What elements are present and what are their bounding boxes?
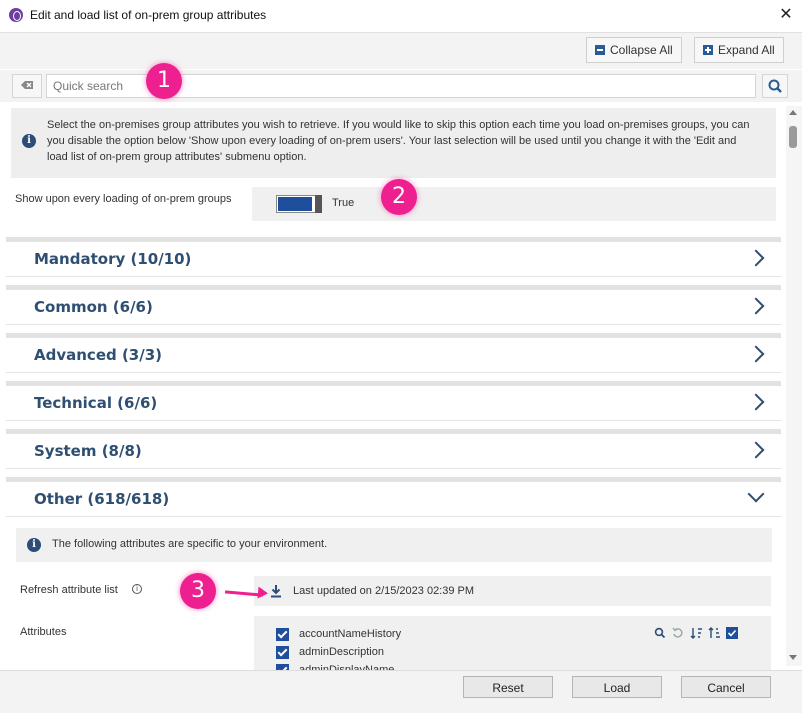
section-common[interactable]: Common (6/6) [6,285,781,325]
section-label: System (8/8) [34,442,142,460]
app-icon [9,8,23,22]
scroll-up-icon[interactable] [789,110,797,115]
toggle-knob[interactable] [315,195,322,213]
section-system[interactable]: System (8/8) [6,429,781,469]
show-upon-loading-label: Show upon every loading of on-prem group… [15,193,232,205]
section-mandatory[interactable]: Mandatory (10/10) [6,237,781,277]
cancel-button[interactable]: Cancel [681,676,771,698]
section-technical[interactable]: Technical (6/6) [6,381,781,421]
callout-arrow-head [257,586,269,600]
callout-badge: 3 [180,573,216,609]
section-advanced[interactable]: Advanced (3/3) [6,333,781,373]
scroll-thumb[interactable] [789,126,797,148]
chevron-down-icon [747,485,765,503]
chevron-right-icon [747,297,765,315]
expand-all-label: Expand All [718,43,775,57]
close-icon[interactable]: ✕ [776,5,796,25]
expand-icon [703,45,713,55]
callout-badge: 2 [381,179,417,215]
toggle-row [252,187,776,221]
collapse-all-button[interactable]: Collapse All [586,37,682,63]
info-icon: i [22,134,36,148]
reset-button[interactable]: Reset [463,676,553,698]
attribute-label: accountNameHistory [299,628,402,640]
chevron-right-icon [747,393,765,411]
last-updated-text: Last updated on 2/15/2023 02:39 PM [293,585,475,597]
collapse-icon [595,45,605,55]
search-icon[interactable] [762,74,788,98]
load-button[interactable]: Load [572,676,662,698]
eraser-icon[interactable] [12,74,42,98]
section-label: Technical (6/6) [34,394,158,412]
info-icon: i [27,538,41,552]
download-icon[interactable] [269,584,283,603]
search-icon[interactable] [654,626,666,644]
attribute-label: adminDescription [299,646,384,658]
other-info-text: The following attributes are specific to… [52,538,328,550]
attribute-checkbox[interactable] [276,628,289,641]
callout-badge: 1 [146,63,182,99]
undo-icon[interactable] [672,626,684,644]
chevron-right-icon [747,345,765,363]
section-label: Common (6/6) [34,298,153,316]
collapse-all-label: Collapse All [610,43,673,57]
select-all-icon[interactable] [726,626,738,644]
section-label: Advanced (3/3) [34,346,163,364]
chevron-right-icon [747,441,765,459]
help-icon[interactable]: i [132,584,142,594]
attribute-checkbox[interactable] [276,646,289,659]
chevron-right-icon [747,249,765,267]
toggle-value: True [332,197,355,209]
sort-ascending-icon[interactable] [690,626,703,644]
attributes-list: accountNameHistory adminDescription admi… [254,616,771,672]
scrollbar[interactable] [786,106,802,666]
toggle-fill [278,197,312,211]
attributes-label: Attributes [20,626,67,638]
section-other[interactable]: Other (618/618) [6,477,781,517]
section-label: Mandatory (10/10) [34,250,192,268]
info-text: Select the on-premises group attributes … [47,119,750,163]
window-title: Edit and load list of on-prem group attr… [30,8,267,22]
expand-all-button[interactable]: Expand All [694,37,784,63]
scroll-down-icon[interactable] [789,655,797,660]
section-label: Other (618/618) [34,490,170,508]
refresh-attribute-label: Refresh attribute list [20,584,118,596]
sort-descending-icon[interactable] [708,626,721,644]
